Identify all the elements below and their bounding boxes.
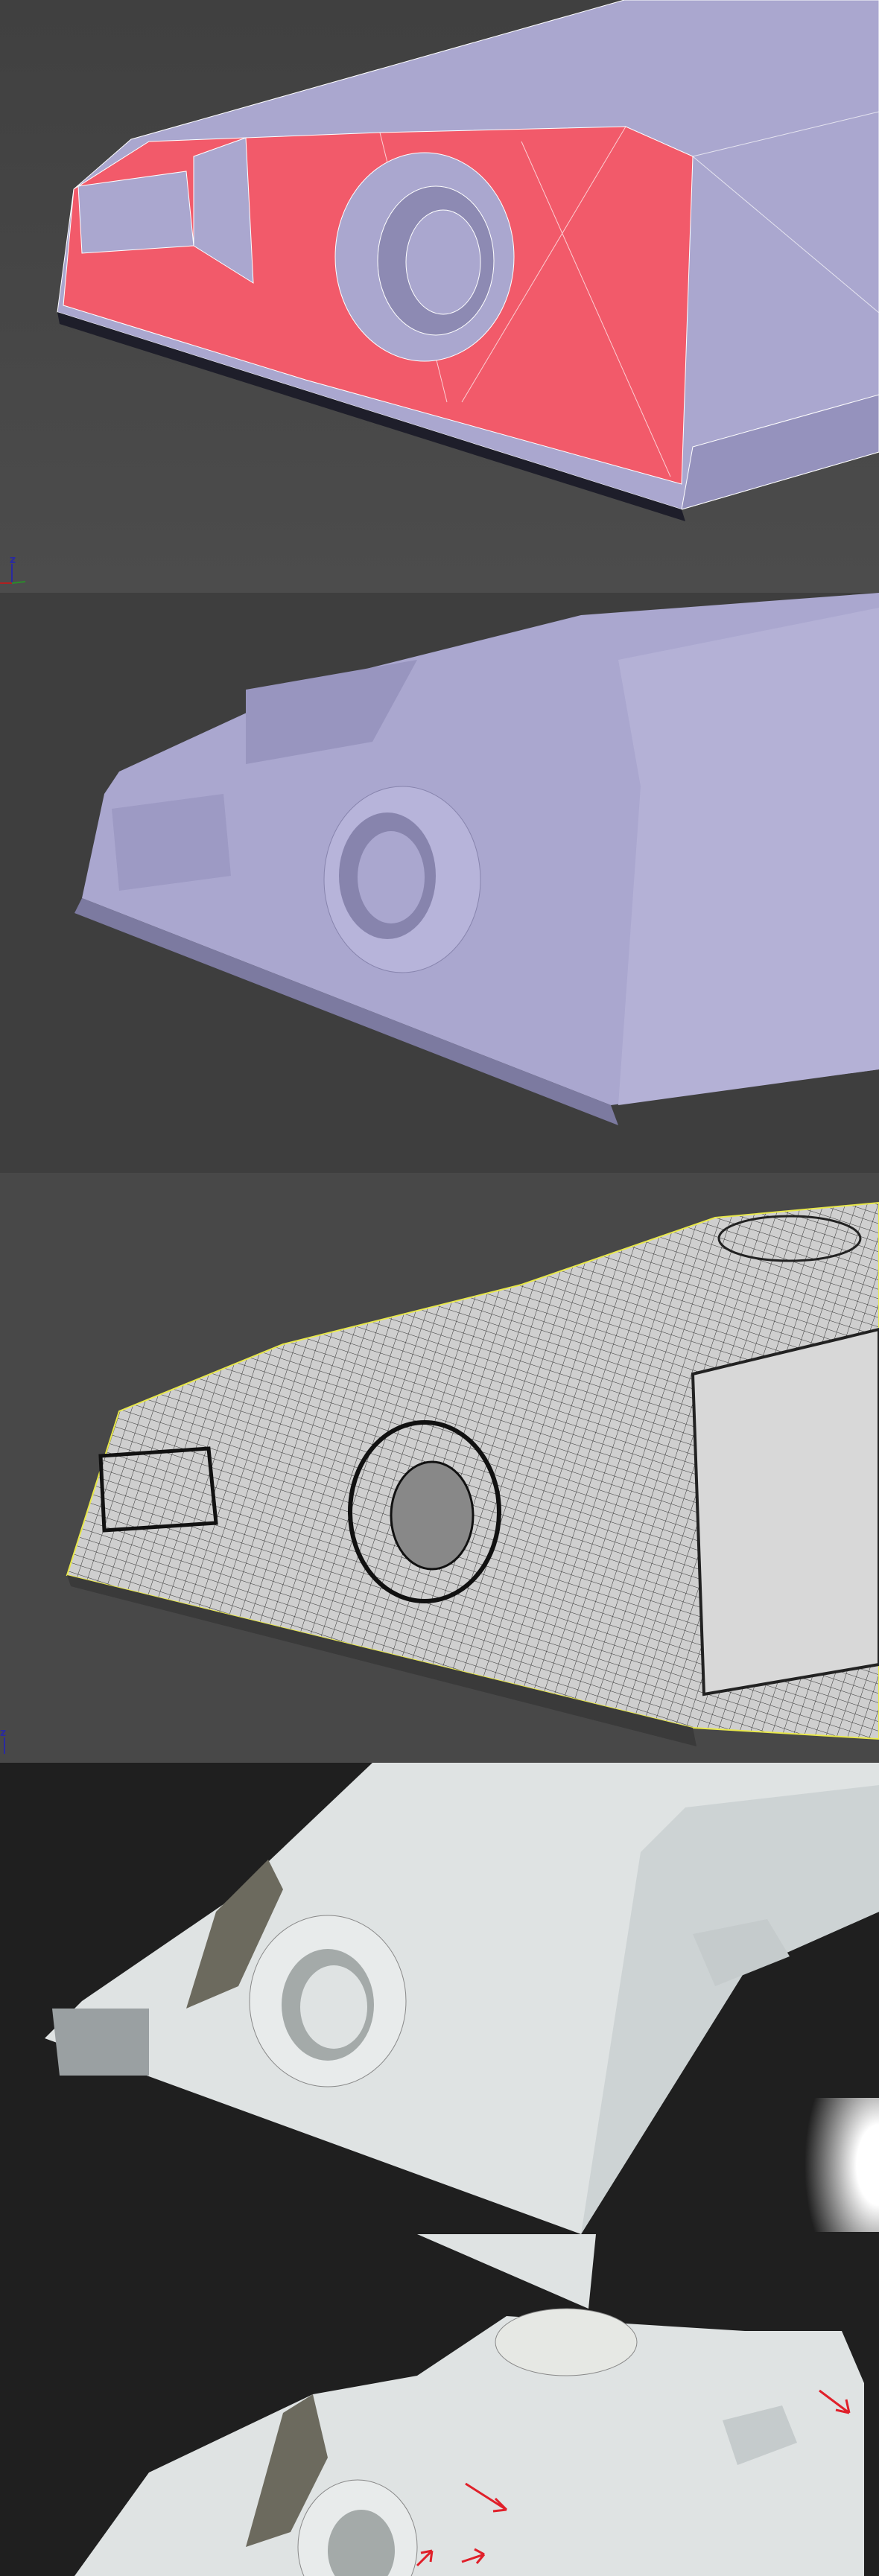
render-clay[interactable] [0,1763,879,2234]
render-clay-annotated[interactable] [0,2234,879,2576]
viewport-wireframe[interactable]: z [0,1173,879,1763]
grille [77,171,194,254]
viewport-shaded[interactable] [0,593,879,1173]
gizmo-z-label: z [0,1727,6,1739]
grille [112,794,231,891]
viewport-face-selection[interactable]: z [0,0,879,593]
light-glow [805,2098,879,2232]
top-cap [495,2308,638,2376]
gizmo-z-label: z [10,554,16,566]
top-cap [717,1215,862,1262]
grille [52,2009,149,2076]
grille [98,1446,218,1533]
